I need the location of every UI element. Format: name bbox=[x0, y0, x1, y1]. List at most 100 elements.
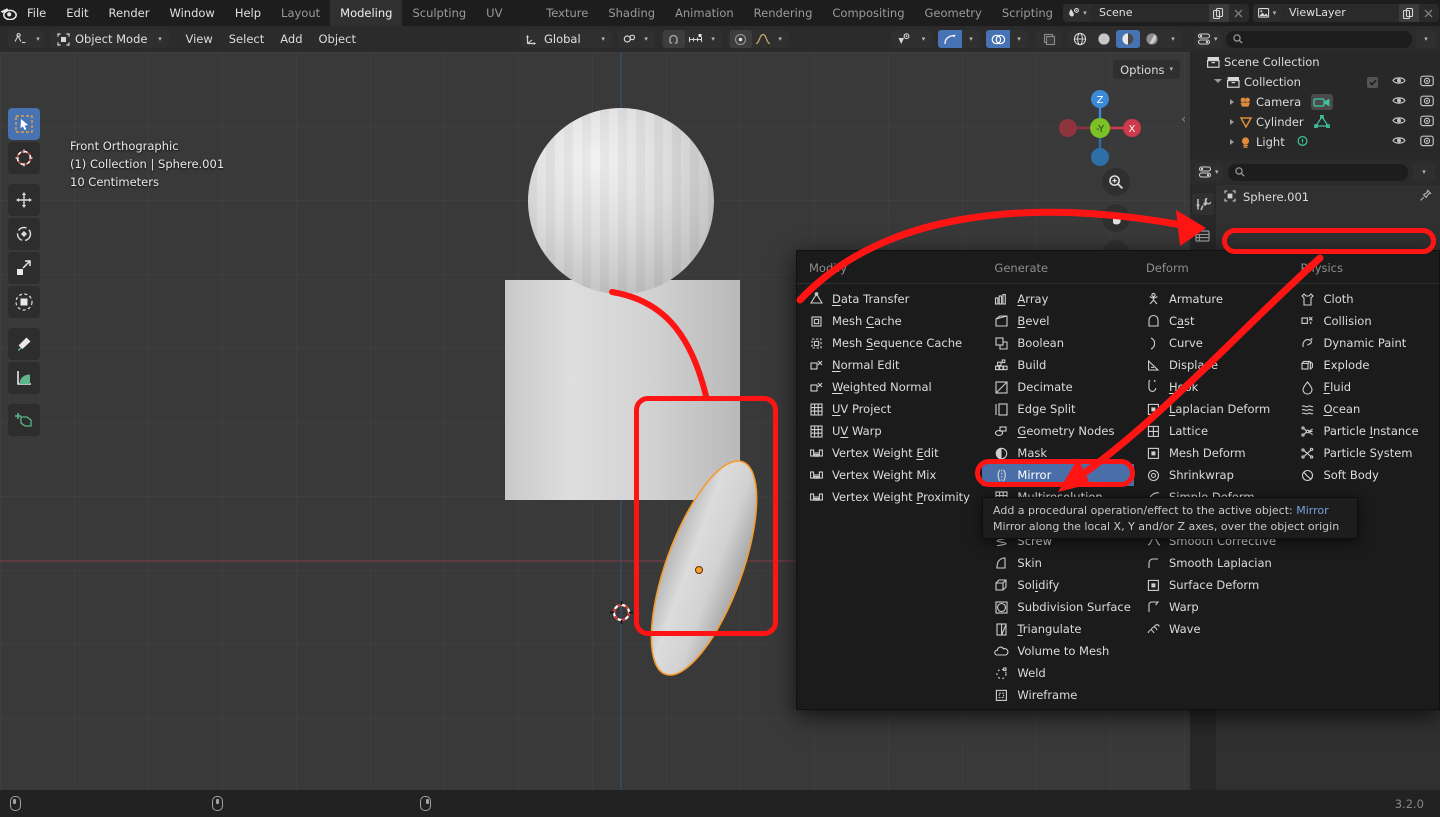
modifier-item-shrinkwrap[interactable]: Shrinkwrap bbox=[1134, 464, 1289, 486]
shading-chevron-icon[interactable]: ▾ bbox=[1164, 30, 1182, 48]
outliner-row-cylinder[interactable]: Cylinder bbox=[1190, 112, 1440, 132]
overlays-icon[interactable] bbox=[986, 30, 1010, 48]
cursor-tool[interactable] bbox=[8, 142, 40, 174]
measure-tool[interactable] bbox=[8, 362, 40, 394]
modifier-item-skin[interactable]: Skin bbox=[982, 552, 1134, 574]
modifier-item-laplacian-deform[interactable]: Laplacian Deform bbox=[1134, 398, 1289, 420]
pivot-point-selector[interactable]: ▾ bbox=[617, 30, 655, 48]
shading-material-preview-icon[interactable] bbox=[1116, 30, 1140, 48]
object-visibility-selector[interactable]: ▾ bbox=[891, 30, 932, 48]
snapping-group[interactable]: ▾ bbox=[660, 30, 722, 48]
shading-wireframe-icon[interactable] bbox=[1068, 30, 1092, 48]
properties-options-chevron-icon[interactable]: ▾ bbox=[1413, 163, 1435, 181]
topbar-menu-window[interactable]: Window bbox=[159, 3, 224, 23]
mode-selector[interactable]: Object Mode ▾ bbox=[50, 30, 170, 48]
modifier-item-displace[interactable]: Displace bbox=[1134, 354, 1289, 376]
transform-orientation-label[interactable]: Global bbox=[542, 30, 597, 48]
modifier-properties-tab[interactable] bbox=[1192, 193, 1214, 215]
workspace-tab-geometry-nodes[interactable]: Geometry Nodes bbox=[915, 0, 992, 46]
snap-target-icon[interactable] bbox=[685, 30, 707, 48]
modifier-item-decimate[interactable]: Decimate bbox=[982, 376, 1134, 398]
modifier-item-particle-system[interactable]: Particle System bbox=[1288, 442, 1439, 464]
render-visibility-icon[interactable] bbox=[1420, 134, 1434, 150]
modifier-item-cloth[interactable]: Cloth bbox=[1288, 288, 1439, 310]
modifier-item-subdivision-surface[interactable]: Subdivision Surface bbox=[982, 596, 1134, 618]
viewport-menu-view[interactable]: View bbox=[177, 30, 220, 48]
visibility-eye-icon[interactable] bbox=[1392, 75, 1406, 89]
modifier-item-volume-to-mesh[interactable]: Volume to Mesh bbox=[982, 640, 1134, 662]
visibility-eye-icon[interactable] bbox=[1392, 115, 1406, 129]
topbar-menu-edit[interactable]: Edit bbox=[56, 3, 98, 23]
visibility-eye-icon[interactable] bbox=[1392, 95, 1406, 109]
filter-icon[interactable]: ▾ bbox=[1416, 30, 1436, 48]
modifier-item-normal-edit[interactable]: Normal Edit bbox=[797, 354, 982, 376]
viewlayer-selector[interactable]: ▾ ViewLayer bbox=[1252, 4, 1439, 22]
workspace-tab-scripting[interactable]: Scripting bbox=[992, 0, 1063, 26]
modifier-item-solidify[interactable]: Solidify bbox=[982, 574, 1134, 596]
pivot-chevron-icon[interactable]: ▾ bbox=[640, 30, 653, 48]
add-cube-tool[interactable] bbox=[8, 404, 40, 436]
navigation-gizmo[interactable]: Z X -Y bbox=[1056, 84, 1144, 172]
xray-icon[interactable] bbox=[1038, 30, 1060, 48]
modifier-item-warp[interactable]: Warp bbox=[1134, 596, 1289, 618]
modifier-item-boolean[interactable]: Boolean bbox=[982, 332, 1134, 354]
falloff-curve-icon[interactable] bbox=[752, 30, 774, 48]
modifier-item-ocean[interactable]: Ocean bbox=[1288, 398, 1439, 420]
gizmo-chevron-icon[interactable]: ▾ bbox=[962, 30, 980, 48]
falloff-chevron-icon[interactable]: ▾ bbox=[774, 30, 787, 48]
pin-icon[interactable] bbox=[1419, 189, 1432, 205]
scale-tool[interactable] bbox=[8, 252, 40, 284]
proportional-edit-icon[interactable] bbox=[729, 30, 752, 48]
shading-solid-icon[interactable] bbox=[1092, 30, 1116, 48]
modifier-item-particle-instance[interactable]: Particle Instance bbox=[1288, 420, 1439, 442]
modifier-item-explode[interactable]: Explode bbox=[1288, 354, 1439, 376]
viewlayer-icon[interactable]: ▾ bbox=[1252, 4, 1281, 22]
modifier-item-mask[interactable]: Mask bbox=[982, 442, 1134, 464]
move-tool[interactable] bbox=[8, 184, 40, 216]
viewport-menu-object[interactable]: Object bbox=[311, 30, 364, 48]
editor-type-3dview-icon[interactable] bbox=[8, 30, 32, 48]
eye-dropdown-icon[interactable] bbox=[893, 30, 917, 48]
mode-label[interactable]: Object Mode bbox=[73, 30, 153, 48]
shading-rendered-icon[interactable] bbox=[1140, 30, 1164, 48]
modifier-item-smooth-laplacian[interactable]: Smooth Laplacian bbox=[1134, 552, 1289, 574]
collection-checkbox[interactable] bbox=[1367, 76, 1378, 88]
pan-hand-icon[interactable] bbox=[1102, 204, 1130, 232]
light-data-icon[interactable] bbox=[1295, 135, 1310, 149]
annotate-tool[interactable] bbox=[8, 328, 40, 360]
modifier-item-lattice[interactable]: Lattice bbox=[1134, 420, 1289, 442]
properties-search-input[interactable] bbox=[1227, 163, 1408, 181]
expand-triangle[interactable] bbox=[1230, 139, 1234, 145]
modifier-item-array[interactable]: Array bbox=[982, 288, 1134, 310]
visibility-chevron-icon[interactable]: ▾ bbox=[917, 30, 930, 48]
modifier-item-fluid[interactable]: Fluid bbox=[1288, 376, 1439, 398]
topbar-menu-render[interactable]: Render bbox=[99, 3, 160, 23]
outliner-row-camera[interactable]: Camera bbox=[1190, 92, 1440, 112]
gizmo-group[interactable]: ▾ bbox=[938, 30, 980, 48]
workspace-tab-sculpting[interactable]: Sculpting bbox=[402, 0, 476, 26]
workspace-tab-uv-editing[interactable]: UV Editing bbox=[476, 0, 536, 46]
overlays-chevron-icon[interactable]: ▾ bbox=[1010, 30, 1028, 48]
modifier-item-uv-project[interactable]: UV Project bbox=[797, 398, 982, 420]
modifier-item-wave[interactable]: Wave bbox=[1134, 618, 1289, 640]
modifier-item-edge-split[interactable]: Edge Split bbox=[982, 398, 1134, 420]
modifier-item-curve[interactable]: Curve bbox=[1134, 332, 1289, 354]
modifier-item-hook[interactable]: Hook bbox=[1134, 376, 1289, 398]
modifier-item-surface-deform[interactable]: Surface Deform bbox=[1134, 574, 1289, 596]
modifier-item-collision[interactable]: Collision bbox=[1288, 310, 1439, 332]
outliner-display-icon[interactable]: ▾ bbox=[1194, 30, 1222, 48]
xray-toggle[interactable] bbox=[1036, 30, 1062, 48]
new-viewlayer-button[interactable] bbox=[1398, 4, 1419, 22]
workspace-tab-shading[interactable]: Shading bbox=[598, 0, 665, 26]
modifier-item-vertex-weight-proximity[interactable]: Vertex Weight Proximity bbox=[797, 486, 982, 508]
modifier-item-bevel[interactable]: Bevel bbox=[982, 310, 1134, 332]
modifier-item-armature[interactable]: Armature bbox=[1134, 288, 1289, 310]
scene-name[interactable]: Scene bbox=[1090, 4, 1209, 22]
editor-type-selector[interactable]: ▾ bbox=[8, 30, 44, 48]
modifier-item-cast[interactable]: Cast bbox=[1134, 310, 1289, 332]
workspace-tab-animation[interactable]: Animation bbox=[665, 0, 744, 26]
topbar-menu-help[interactable]: Help bbox=[225, 3, 271, 23]
transform-orientation-selector[interactable]: Global ▾ bbox=[519, 30, 612, 48]
orientation-chevron-icon[interactable]: ▾ bbox=[597, 30, 610, 48]
expand-triangle[interactable] bbox=[1214, 78, 1222, 86]
